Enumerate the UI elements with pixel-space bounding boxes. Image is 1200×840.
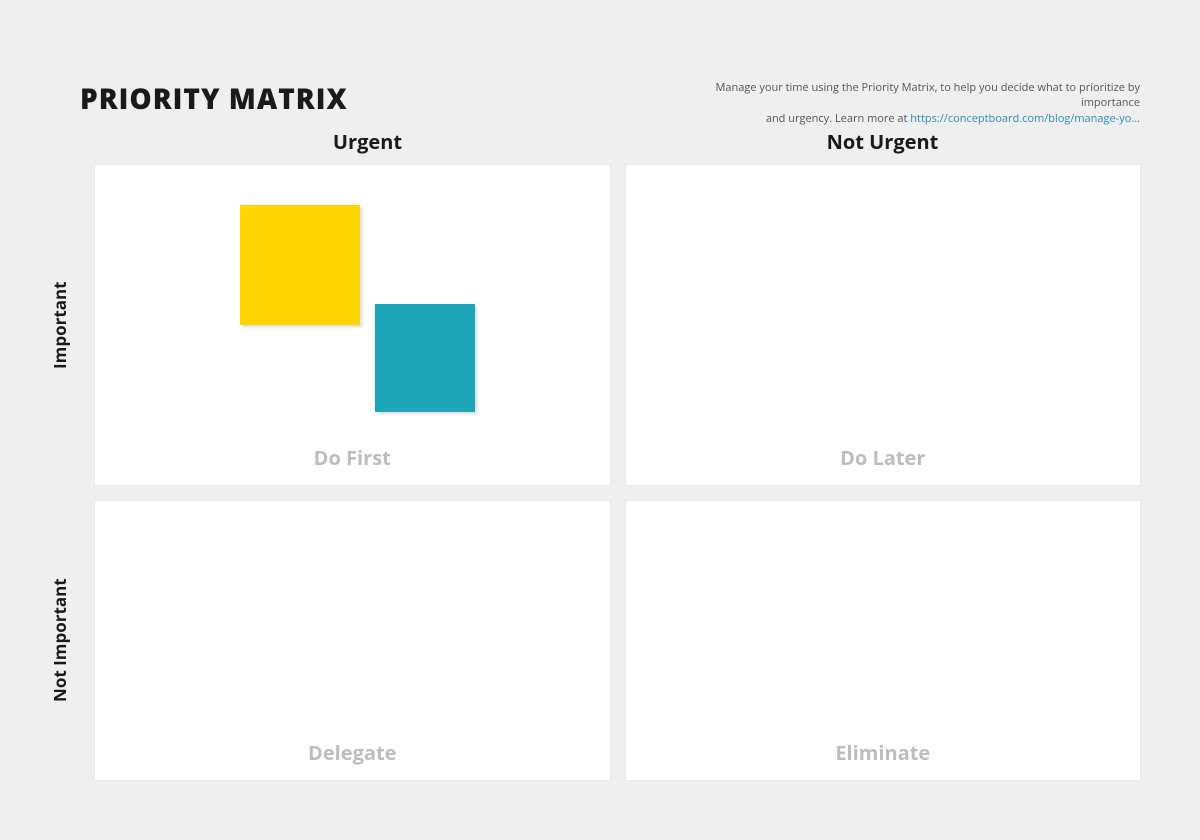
description-text-2: and urgency. Learn more at: [766, 111, 910, 126]
quadrant-delegate[interactable]: Delegate: [95, 501, 610, 780]
quadrant-label-do-later: Do Later: [626, 444, 1141, 471]
sticky-note-teal[interactable]: [375, 304, 475, 412]
description-text-1: Manage your time using the Priority Matr…: [716, 80, 1141, 110]
quadrant-label-do-first: Do First: [95, 444, 610, 471]
quadrant-do-later[interactable]: Do Later: [626, 165, 1141, 485]
quadrant-do-first[interactable]: Do First: [95, 165, 610, 485]
header: PRIORITY MATRIX Manage your time using t…: [80, 80, 1140, 126]
page-title: PRIORITY MATRIX: [80, 80, 348, 118]
column-label-not-urgent: Not Urgent: [625, 128, 1140, 155]
matrix-grid: Do First Do Later Delegate Eliminate: [95, 165, 1140, 780]
row-label-important: Important: [48, 165, 71, 485]
quadrant-label-eliminate: Eliminate: [626, 739, 1141, 766]
learn-more-link[interactable]: https://conceptboard.com/blog/manage-yo.…: [910, 111, 1140, 126]
row-label-not-important: Not Important: [48, 500, 71, 780]
column-label-urgent: Urgent: [110, 128, 625, 155]
sticky-note-yellow[interactable]: [240, 205, 360, 325]
quadrant-label-delegate: Delegate: [95, 739, 610, 766]
column-labels: Urgent Not Urgent: [110, 128, 1140, 155]
quadrant-eliminate[interactable]: Eliminate: [626, 501, 1141, 780]
description: Manage your time using the Priority Matr…: [690, 80, 1140, 126]
